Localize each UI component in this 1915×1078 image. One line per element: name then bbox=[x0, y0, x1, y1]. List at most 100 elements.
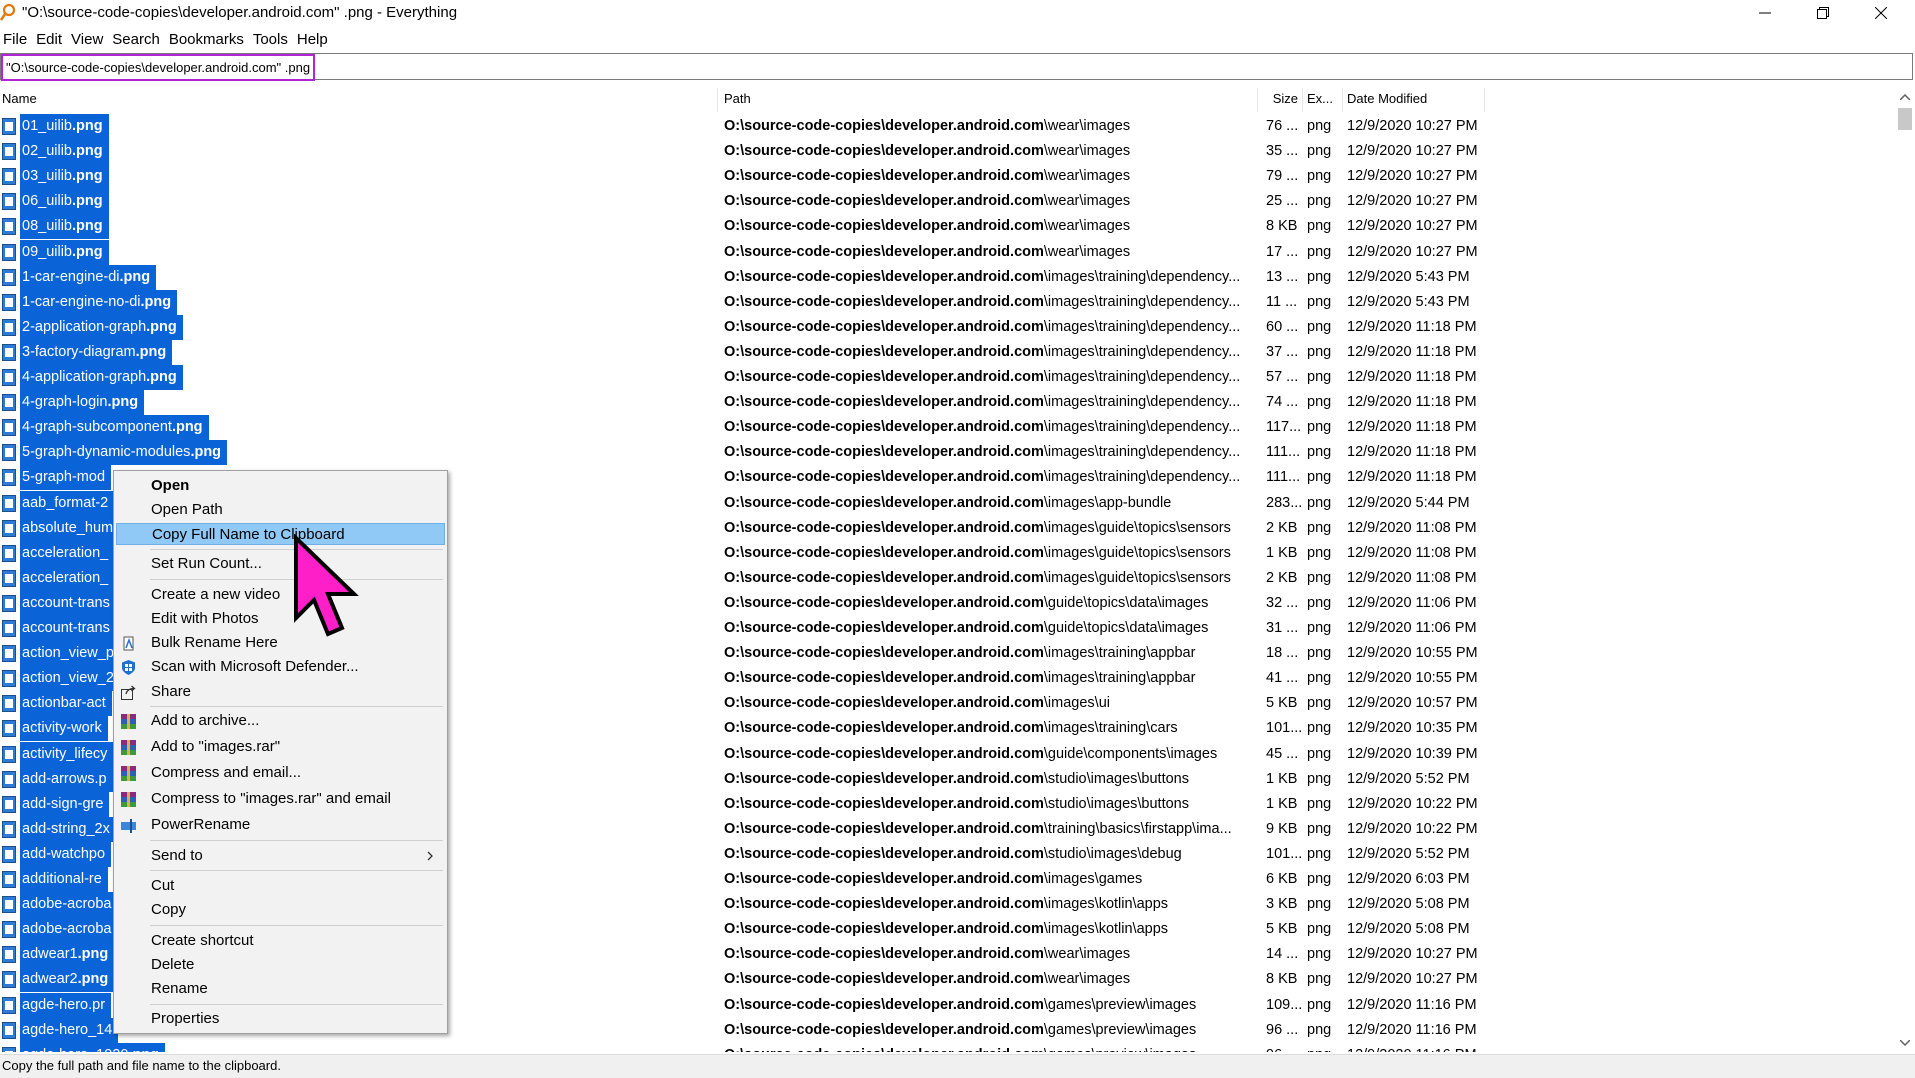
table-row[interactable]: 4-application-graph.png O:\source-code-co… bbox=[0, 365, 1895, 390]
cell-name[interactable]: adobe-acroba bbox=[2, 917, 118, 943]
minimize-button[interactable] bbox=[1736, 0, 1794, 26]
close-button[interactable] bbox=[1852, 0, 1910, 26]
cell-name[interactable]: 4-graph-login.png bbox=[2, 390, 145, 416]
table-row[interactable]: 1-car-engine-di.png O:\source-code-copies… bbox=[0, 264, 1895, 290]
menu-item-copy[interactable]: Copy bbox=[116, 899, 445, 921]
menu-item-scan-defender[interactable]: Scan with Microsoft Defender... bbox=[116, 656, 445, 678]
menu-item-copy-full-name[interactable]: Copy Full Name to Clipboard bbox=[116, 523, 445, 545]
table-row[interactable]: 03_uilib.png O:\source-code-copies\develo… bbox=[0, 164, 1895, 190]
menu-item-open[interactable]: Open bbox=[116, 475, 445, 497]
menu-item-properties[interactable]: Properties bbox=[116, 1008, 445, 1030]
png-file-icon bbox=[2, 921, 16, 939]
column-path[interactable]: Path bbox=[720, 88, 1258, 112]
table-row[interactable]: 09_uilib.png O:\source-code-copies\develo… bbox=[0, 239, 1895, 265]
cell-name[interactable]: 06_uilib.png bbox=[2, 189, 109, 215]
column-date[interactable]: Date Modified bbox=[1343, 88, 1485, 112]
menu-item-compress-email[interactable]: Compress and email... bbox=[116, 762, 445, 784]
cell-name[interactable]: 1-car-engine-di.png bbox=[2, 264, 157, 290]
cell-name[interactable]: adwear2.png bbox=[2, 967, 115, 993]
table-row[interactable]: 06_uilib.png O:\source-code-copies\develo… bbox=[0, 189, 1895, 215]
menu-item-send-to[interactable]: Send to bbox=[116, 845, 445, 867]
menu-item-rename[interactable]: Rename bbox=[116, 978, 445, 1000]
file-name-extension: .png bbox=[119, 268, 151, 285]
menu-item-cut[interactable]: Cut bbox=[116, 875, 445, 897]
menu-item-edit-photos[interactable]: Edit with Photos bbox=[116, 608, 445, 630]
cell-name[interactable]: 08_uilib.png bbox=[2, 214, 109, 240]
search-bar[interactable] bbox=[0, 53, 1913, 81]
table-row[interactable]: 5-graph-dynamic-modules.png O:\source-cod… bbox=[0, 440, 1895, 466]
menu-item-create-video[interactable]: Create a new video bbox=[116, 584, 445, 606]
cell-name[interactable]: 3-factory-diagram.png bbox=[2, 339, 173, 365]
cell-name[interactable]: activity-work bbox=[2, 716, 108, 742]
cell-date: 12/9/2020 10:27 PM bbox=[1347, 946, 1478, 963]
cell-name[interactable]: absolute_hum bbox=[2, 515, 120, 541]
search-input[interactable] bbox=[1, 54, 315, 81]
table-row[interactable]: 2-application-graph.png O:\source-code-co… bbox=[0, 314, 1895, 340]
cell-name[interactable]: add-watchpo bbox=[2, 841, 112, 867]
cell-name[interactable]: 02_uilib.png bbox=[2, 139, 109, 165]
cell-name[interactable]: acceleration_ bbox=[2, 540, 115, 566]
menu-edit[interactable]: Edit bbox=[33, 29, 68, 51]
table-row[interactable]: 4-graph-login.png O:\source-code-copies\d… bbox=[0, 390, 1895, 416]
cell-name[interactable]: 4-application-graph.png bbox=[2, 365, 183, 390]
menu-item-add-archive[interactable]: Add to archive... bbox=[116, 710, 445, 732]
menu-tools[interactable]: Tools bbox=[250, 29, 294, 51]
table-row[interactable]: 01_uilib.png O:\source-code-copies\develo… bbox=[0, 114, 1895, 139]
menu-item-add-images-rar[interactable]: Add to "images.rar" bbox=[116, 736, 445, 758]
column-ext[interactable]: Ex... bbox=[1303, 88, 1343, 112]
restore-button[interactable] bbox=[1794, 0, 1852, 26]
cell-name[interactable]: adobe-acroba bbox=[2, 892, 118, 918]
menu-help[interactable]: Help bbox=[294, 29, 334, 51]
menu-separator bbox=[150, 925, 443, 926]
cell-name[interactable]: action_view_2 bbox=[2, 666, 120, 692]
menu-file[interactable]: File bbox=[0, 29, 33, 51]
table-row[interactable]: 4-graph-subcomponent.png O:\source-code-c… bbox=[0, 415, 1895, 441]
table-row[interactable]: agde-hero_1920.png O:\source-code-copies\… bbox=[0, 1042, 1895, 1052]
table-row[interactable]: 02_uilib.png O:\source-code-copies\develo… bbox=[0, 139, 1895, 165]
menu-item-powerrename[interactable]: PowerRename bbox=[116, 814, 445, 836]
table-row[interactable]: 08_uilib.png O:\source-code-copies\develo… bbox=[0, 214, 1895, 240]
mouse-pointer-icon bbox=[294, 534, 359, 637]
cell-name[interactable]: agde-hero_14 bbox=[2, 1017, 119, 1043]
table-row[interactable]: 3-factory-diagram.png O:\source-code-copi… bbox=[0, 339, 1895, 365]
menu-item-delete[interactable]: Delete bbox=[116, 954, 445, 976]
cell-name[interactable]: action_view_p bbox=[2, 641, 120, 667]
cell-name[interactable]: 09_uilib.png bbox=[2, 239, 109, 265]
cell-name[interactable]: activity_lifecy bbox=[2, 741, 114, 767]
column-size[interactable]: Size bbox=[1258, 88, 1303, 112]
cell-name[interactable]: 01_uilib.png bbox=[2, 114, 109, 139]
menu-search[interactable]: Search bbox=[109, 29, 166, 51]
cell-name[interactable]: account-trans bbox=[2, 616, 116, 641]
cell-name[interactable]: account-trans bbox=[2, 590, 116, 616]
cell-name[interactable]: acceleration_ bbox=[2, 565, 115, 591]
cell-name[interactable]: 4-graph-subcomponent.png bbox=[2, 415, 209, 441]
column-name[interactable]: Name bbox=[0, 88, 718, 112]
cell-name[interactable]: 2-application-graph.png bbox=[2, 314, 183, 340]
cell-name[interactable]: agde-hero.pr bbox=[2, 992, 112, 1018]
menu-item-compress-images-email[interactable]: Compress to "images.rar" and email bbox=[116, 788, 445, 810]
cell-name[interactable]: agde-hero_1920.png bbox=[2, 1042, 166, 1052]
cell-name[interactable]: 5-graph-mod bbox=[2, 465, 112, 491]
scroll-down-button[interactable] bbox=[1895, 1034, 1915, 1052]
cell-name[interactable]: add-string_2x bbox=[2, 816, 116, 842]
menu-bookmarks[interactable]: Bookmarks bbox=[166, 29, 250, 51]
cell-name[interactable]: 03_uilib.png bbox=[2, 164, 109, 190]
menu-item-open-path[interactable]: Open Path bbox=[116, 499, 445, 521]
cell-name[interactable]: add-sign-gre bbox=[2, 791, 110, 817]
cell-name[interactable]: actionbar-act bbox=[2, 691, 112, 717]
menu-item-create-shortcut[interactable]: Create shortcut bbox=[116, 930, 445, 952]
menu-item-bulk-rename[interactable]: Bulk Rename Here bbox=[116, 632, 445, 654]
cell-name[interactable]: 5-graph-dynamic-modules.png bbox=[2, 440, 228, 466]
cell-name[interactable]: adwear1.png bbox=[2, 942, 115, 968]
scroll-thumb[interactable] bbox=[1898, 108, 1912, 130]
vertical-scrollbar[interactable] bbox=[1895, 88, 1915, 1052]
menu-item-share[interactable]: Share bbox=[116, 681, 445, 703]
cell-name[interactable]: 1-car-engine-no-di.png bbox=[2, 289, 178, 315]
cell-name[interactable]: additional-re bbox=[2, 867, 108, 892]
menu-view[interactable]: View bbox=[68, 29, 109, 51]
cell-name[interactable]: add-arrows.p bbox=[2, 766, 113, 792]
menu-item-set-run-count[interactable]: Set Run Count... bbox=[116, 553, 445, 575]
table-row[interactable]: 1-car-engine-no-di.png O:\source-code-cop… bbox=[0, 289, 1895, 315]
scroll-up-button[interactable] bbox=[1895, 88, 1915, 106]
cell-name[interactable]: aab_format-2 bbox=[2, 490, 115, 516]
